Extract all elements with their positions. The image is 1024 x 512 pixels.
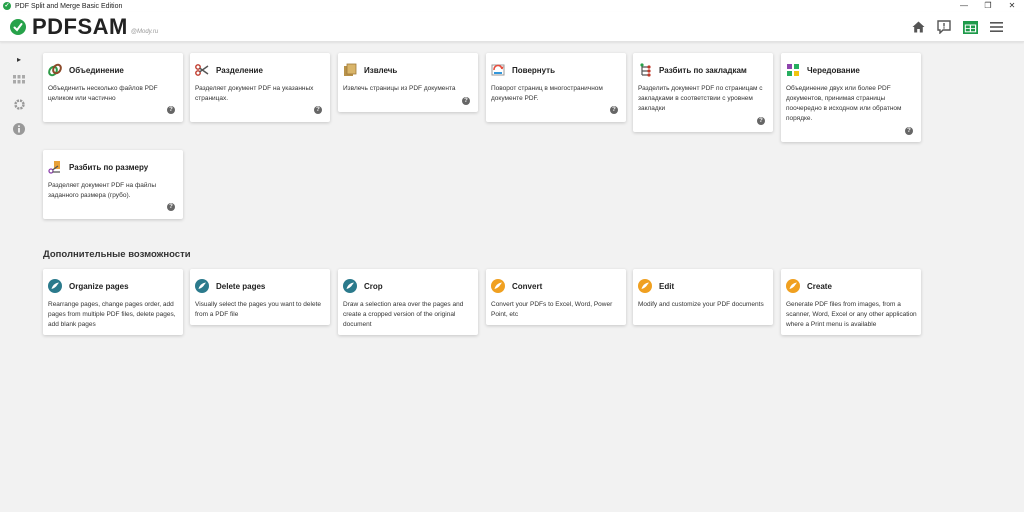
minimize-button[interactable]: —	[952, 0, 976, 12]
card-title: Объединение	[69, 65, 124, 75]
edit-icon	[638, 279, 652, 293]
extra-card-delete-pages[interactable]: Delete pages Visually select the pages y…	[190, 269, 330, 325]
card-description: Объединить несколько файлов PDF целиком …	[48, 85, 158, 102]
module-card-split[interactable]: Разделение Разделяет документ PDF на ука…	[190, 53, 330, 122]
card-title: Delete pages	[216, 281, 266, 291]
modules-icon[interactable]	[962, 19, 978, 35]
card-description: Объединение двух или более PDF документо…	[786, 85, 902, 122]
card-title: Convert	[512, 281, 543, 291]
help-icon[interactable]: ?	[167, 106, 175, 114]
card-title: Чередование	[807, 65, 860, 75]
extra-card-organize-pages[interactable]: Organize pages Rearrange pages, change p…	[43, 269, 183, 335]
crop-icon	[343, 279, 357, 293]
card-description: Поворот страниц в многостраничном докуме…	[491, 85, 603, 102]
extra-card-create[interactable]: Create Generate PDF files from images, f…	[781, 269, 921, 335]
module-card-split-bookmarks[interactable]: Разбить по закладкам Разделить документ …	[633, 53, 773, 132]
organize-icon	[48, 279, 62, 293]
help-icon[interactable]: ?	[167, 203, 175, 211]
card-title: Разбить по размеру	[69, 162, 149, 172]
help-icon[interactable]: ?	[757, 117, 765, 125]
menu-icon[interactable]	[988, 19, 1004, 35]
convert-icon	[491, 279, 505, 293]
card-description: Visually select the pages you want to de…	[195, 301, 321, 318]
card-title: Crop	[364, 281, 383, 291]
module-card-split-size[interactable]: Разбить по размеру Разделяет документ PD…	[43, 150, 183, 219]
split-icon	[195, 64, 209, 76]
window-title: PDF Split and Merge Basic Edition	[15, 2, 123, 10]
card-description: Convert your PDFs to Excel, Word, Power …	[491, 301, 613, 318]
card-description: Извлечь страницы из PDF документа	[343, 85, 456, 92]
create-icon	[786, 279, 800, 293]
window-titlebar: ✓ PDF Split and Merge Basic Edition — ❐ …	[0, 0, 1024, 12]
card-description: Modify and customize your PDF documents	[638, 301, 764, 308]
window-controls: — ❐ ✕	[952, 0, 1024, 12]
card-title: Edit	[659, 281, 675, 291]
settings-icon[interactable]	[9, 94, 29, 114]
app-icon: ✓	[3, 2, 11, 10]
help-icon[interactable]: ?	[610, 106, 618, 114]
card-title: Повернуть	[512, 65, 555, 75]
split-size-icon	[48, 161, 60, 174]
card-title: Create	[807, 281, 832, 291]
help-icon[interactable]: ?	[314, 106, 322, 114]
news-icon[interactable]	[936, 19, 952, 35]
module-card-merge[interactable]: Объединение Объединить несколько файлов …	[43, 53, 183, 122]
sidebar: ▸	[0, 43, 36, 512]
close-button[interactable]: ✕	[1000, 0, 1024, 12]
logo-watermark: @Mody.ru	[130, 29, 159, 35]
extra-section-title: Дополнительные возможности	[43, 249, 191, 260]
logo[interactable]: PDFSAM @Mody.ru	[10, 14, 159, 39]
info-icon[interactable]	[9, 119, 29, 139]
card-title: Разбить по закладкам	[659, 65, 747, 75]
card-title: Organize pages	[69, 281, 129, 291]
extract-icon	[344, 63, 357, 76]
alternate-mix-icon	[787, 64, 799, 76]
extra-card-crop[interactable]: Crop Draw a selection area over the page…	[338, 269, 478, 335]
card-description: Разделяет документ PDF на указанных стра…	[195, 85, 314, 102]
help-icon[interactable]: ?	[462, 97, 470, 105]
card-description: Draw a selection area over the pages and…	[343, 301, 464, 328]
home-icon[interactable]	[910, 19, 926, 35]
split-bookmarks-icon	[640, 63, 651, 77]
card-title: Извлечь	[364, 65, 398, 75]
card-description: Разделить документ PDF по страницам с за…	[638, 85, 763, 112]
card-description: Generate PDF files from images, from a s…	[786, 301, 917, 328]
grid-icon[interactable]	[9, 69, 29, 89]
rotate-icon	[491, 64, 505, 76]
maximize-button[interactable]: ❐	[976, 0, 1000, 12]
card-title: Разделение	[216, 65, 263, 75]
card-description: Разделяет документ PDF на файлы заданног…	[48, 182, 157, 199]
help-icon[interactable]: ?	[905, 127, 913, 135]
logo-text: PDFSAM	[32, 14, 128, 39]
app-header: PDFSAM @Mody.ru	[0, 12, 1024, 42]
module-card-alternate-mix[interactable]: Чередование Объединение двух или более P…	[781, 53, 921, 142]
merge-icon	[48, 63, 62, 77]
extra-card-convert[interactable]: Convert Convert your PDFs to Excel, Word…	[486, 269, 626, 325]
header-toolbar	[910, 19, 1004, 35]
extra-card-edit[interactable]: Edit Modify and customize your PDF docum…	[633, 269, 773, 325]
card-description: Rearrange pages, change pages order, add…	[48, 301, 176, 328]
module-card-rotate[interactable]: Повернуть Поворот страниц в многостранич…	[486, 53, 626, 122]
sidebar-collapse-button[interactable]: ▸	[9, 49, 29, 69]
module-card-extract[interactable]: Извлечь Извлечь страницы из PDF документ…	[338, 53, 478, 112]
delete-pages-icon	[195, 279, 209, 293]
logo-icon	[10, 19, 26, 35]
